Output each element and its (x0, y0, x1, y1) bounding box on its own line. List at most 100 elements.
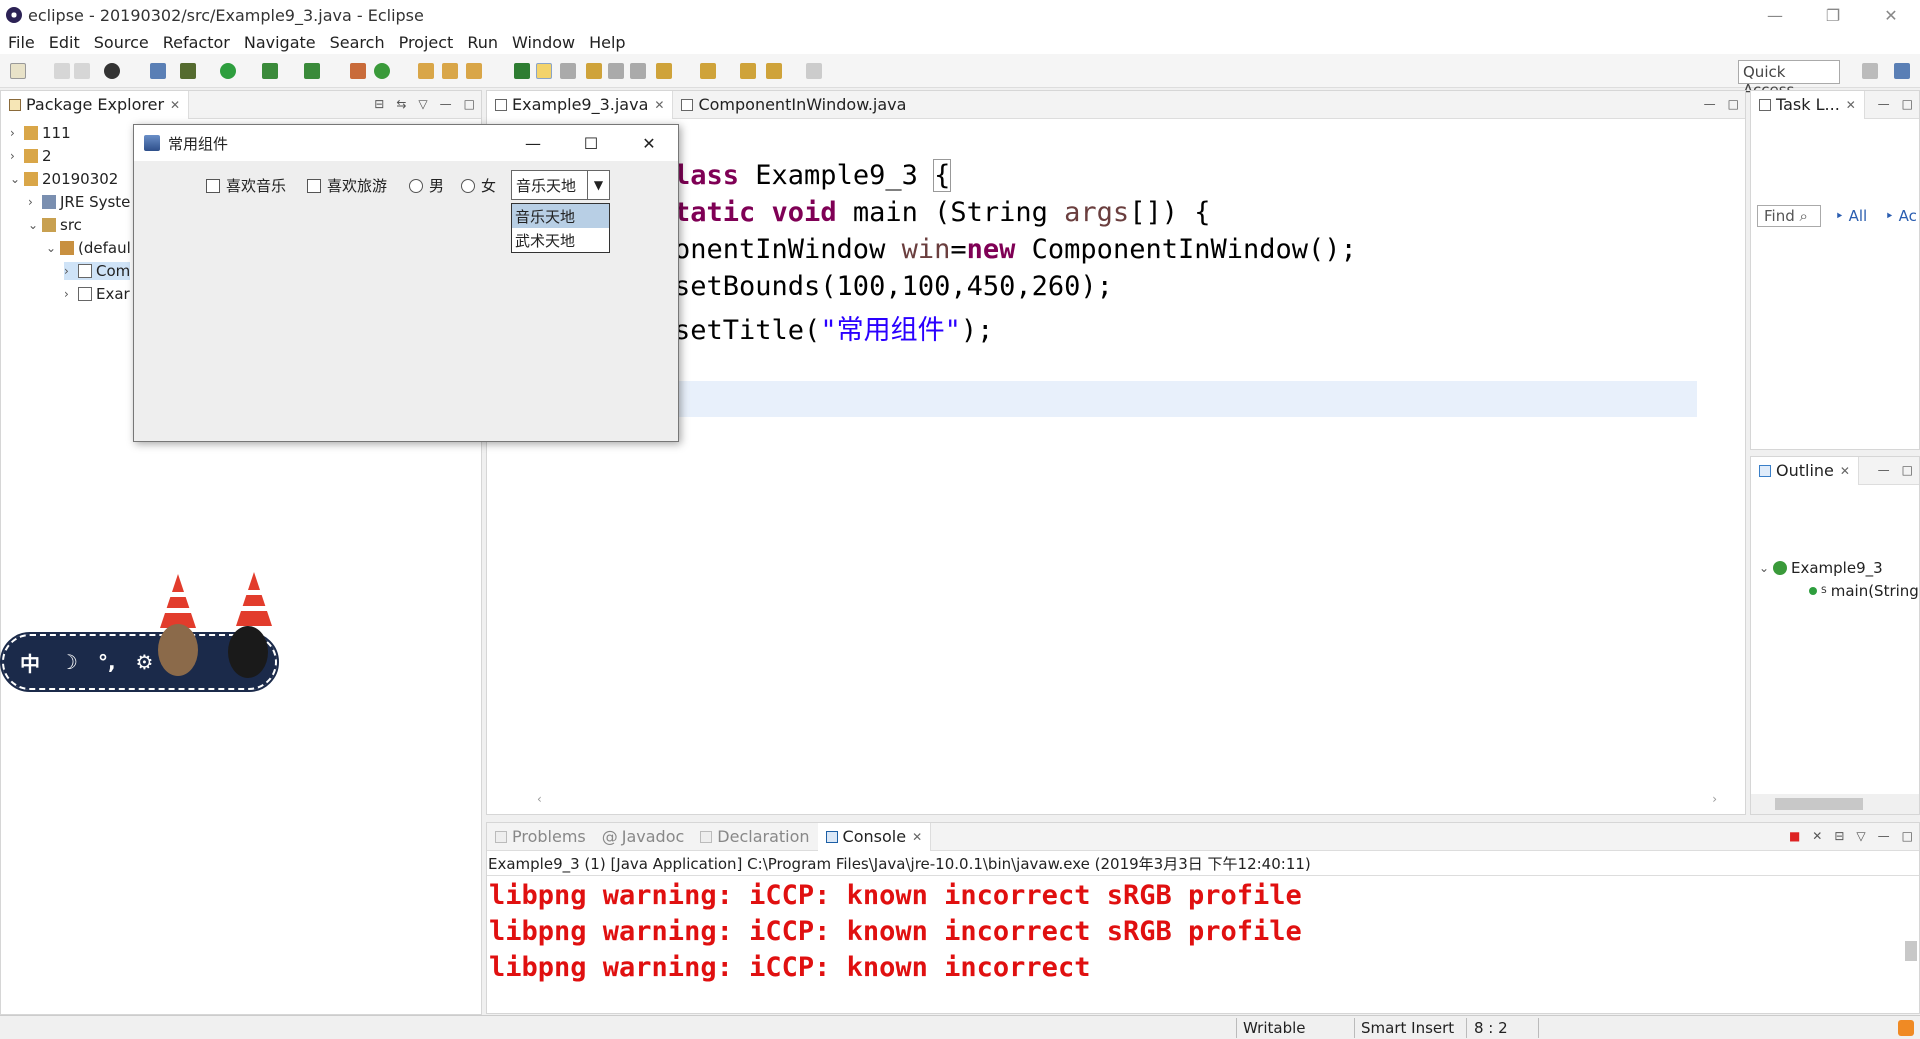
clear-console-icon[interactable]: ⊟ (1834, 829, 1844, 843)
radio-male[interactable]: 男 (409, 175, 444, 196)
maximize-view-icon[interactable]: □ (1902, 463, 1913, 477)
checkbox-music[interactable]: 喜欢音乐 (206, 175, 286, 196)
minimize-view-icon[interactable]: — (440, 97, 452, 111)
tab-component-in-window[interactable]: ComponentInWindow.java (673, 91, 914, 119)
menu-file[interactable]: File (8, 33, 35, 52)
code-line-5[interactable]: setTitle("常用组件"); (674, 308, 993, 347)
tab-package-explorer[interactable]: Package Explorer ✕ (1, 90, 190, 119)
debug-icon[interactable] (180, 63, 196, 79)
tab-example9-3[interactable]: Example9_3.java ✕ (487, 90, 674, 119)
terminate-icon[interactable]: ■ (1789, 829, 1800, 843)
prev-edit-icon[interactable] (700, 63, 716, 79)
annotation-icon[interactable] (514, 63, 530, 79)
tab-javadoc[interactable]: @ Javadoc (594, 823, 693, 851)
swing-maximize-button[interactable]: ☐ (562, 125, 620, 161)
new-java-project-icon[interactable] (350, 63, 366, 79)
close-tab-icon[interactable]: ✕ (654, 98, 664, 112)
checkbox-travel[interactable]: 喜欢旅游 (307, 175, 387, 196)
menu-edit[interactable]: Edit (49, 33, 80, 52)
tab-problems[interactable]: Problems (487, 823, 594, 851)
tree-project-111[interactable]: › 111 (10, 124, 71, 142)
menu-window[interactable]: Window (512, 33, 575, 52)
tree-file-component[interactable]: › Com (64, 262, 131, 280)
maximize-view-icon[interactable]: □ (1902, 829, 1913, 843)
maximize-view-icon[interactable]: □ (464, 97, 475, 111)
java-perspective-icon[interactable] (1894, 63, 1910, 79)
coverage-icon[interactable] (262, 63, 278, 79)
back-icon[interactable] (766, 63, 782, 79)
moon-icon[interactable]: ☽ (60, 650, 78, 674)
tab-task-list[interactable]: Task L... ✕ (1751, 90, 1865, 119)
editor-horizontal-scrollbar[interactable]: ‹ › (537, 792, 1717, 806)
remove-launch-icon[interactable]: ✕ (1812, 829, 1822, 843)
minimize-view-icon[interactable]: — (1878, 463, 1890, 477)
next-annotation-icon[interactable] (586, 63, 602, 79)
menu-help[interactable]: Help (589, 33, 625, 52)
tree-file-example[interactable]: › Exar (64, 285, 130, 303)
minimize-view-icon[interactable]: — (1704, 97, 1716, 111)
mark-occurrences-icon[interactable] (536, 63, 552, 79)
rss-icon[interactable] (1898, 1020, 1914, 1036)
tree-jre-library[interactable]: › JRE Syste (28, 193, 130, 211)
menu-navigate[interactable]: Navigate (244, 33, 316, 52)
outline-method[interactable]: Smain(String (1809, 582, 1919, 600)
menu-source[interactable]: Source (94, 33, 149, 52)
external-tools-icon[interactable] (304, 63, 320, 79)
show-whitespace-icon[interactable] (608, 63, 624, 79)
code-line-4[interactable]: setBounds(100,100,450,260); (674, 271, 1113, 302)
punctuation-icon[interactable]: °, (98, 650, 116, 674)
open-perspective-icon[interactable] (1862, 63, 1878, 79)
search-icon[interactable] (466, 63, 482, 79)
last-edit-icon[interactable] (740, 63, 756, 79)
ime-mode-label[interactable]: 中 (20, 648, 40, 677)
collapse-all-icon[interactable]: ⊟ (374, 97, 384, 111)
minimize-button[interactable]: — (1746, 0, 1804, 30)
console-vertical-scrollbar[interactable] (1903, 877, 1919, 997)
next-edit-icon[interactable] (656, 63, 672, 79)
combo-option[interactable]: 音乐天地 (512, 204, 609, 228)
tab-outline[interactable]: Outline ✕ (1751, 456, 1859, 485)
new-icon[interactable] (10, 63, 26, 79)
view-menu-icon[interactable]: ▽ (418, 97, 427, 111)
tree-project-2[interactable]: › 2 (10, 147, 52, 165)
chevron-down-icon[interactable]: ▼ (587, 171, 609, 199)
menu-project[interactable]: Project (399, 33, 454, 52)
open-task-icon[interactable] (442, 63, 458, 79)
tab-console[interactable]: Console ✕ (817, 822, 932, 851)
link-icon[interactable]: ⇆ (396, 97, 406, 111)
maximize-view-icon[interactable]: □ (1728, 97, 1739, 111)
tree-src[interactable]: ⌄ src (28, 216, 82, 234)
toggle-block-icon[interactable] (560, 63, 576, 79)
minimize-view-icon[interactable]: — (1878, 97, 1890, 111)
swing-close-button[interactable]: ✕ (620, 125, 678, 161)
run-icon[interactable] (220, 63, 236, 79)
task-activate-link[interactable]: ‣ Ac (1885, 207, 1917, 225)
outline-class[interactable]: ⌄ Example9_3 (1759, 559, 1883, 577)
task-find-input[interactable]: Find ⌕ (1757, 205, 1821, 227)
code-line-2[interactable]: tatic void main (String args[]) { (674, 197, 1210, 228)
skip-breakpoints-icon[interactable] (150, 63, 166, 79)
quick-access-input[interactable]: Quick Access (1738, 60, 1840, 99)
save-icon[interactable] (54, 63, 70, 79)
menu-search[interactable]: Search (330, 33, 385, 52)
profile-icon[interactable] (104, 63, 120, 79)
combo-box[interactable]: 音乐天地 ▼ (511, 170, 610, 200)
outline-horizontal-scrollbar[interactable] (1751, 794, 1919, 814)
editor-vertical-scrollbar[interactable] (1725, 119, 1739, 791)
code-line-1[interactable]: lass Example9_3 { (674, 159, 952, 192)
open-type-icon[interactable] (418, 63, 434, 79)
tab-declaration[interactable]: Declaration (692, 823, 817, 851)
radio-female[interactable]: 女 (461, 175, 496, 196)
view-menu-icon[interactable]: ▽ (1856, 829, 1865, 843)
new-class-icon[interactable] (374, 63, 390, 79)
menu-refactor[interactable]: Refactor (163, 33, 230, 52)
menu-run[interactable]: Run (467, 33, 498, 52)
pilcrow-icon[interactable] (630, 63, 646, 79)
maximize-view-icon[interactable]: □ (1902, 97, 1913, 111)
tree-project-20190302[interactable]: ⌄ 20190302 (10, 170, 118, 188)
restore-button[interactable]: ❐ (1804, 0, 1862, 30)
swing-minimize-button[interactable]: — (504, 125, 562, 161)
save-all-icon[interactable] (74, 63, 90, 79)
minimize-view-icon[interactable]: — (1878, 829, 1890, 843)
forward-icon[interactable] (806, 63, 822, 79)
